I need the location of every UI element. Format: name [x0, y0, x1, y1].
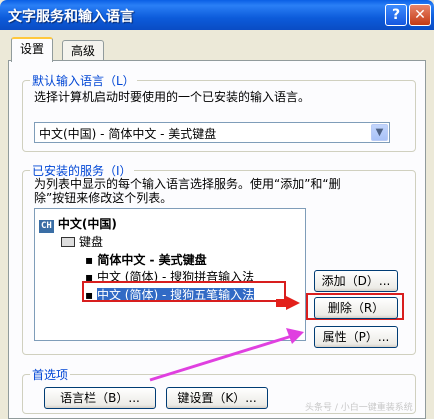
watermark: 头条号 / 小白一键重装系统 — [305, 403, 413, 413]
annotation-arrow-line — [149, 334, 293, 382]
tab-settings[interactable]: 设置 — [11, 37, 54, 62]
annotation-arrow — [149, 328, 304, 382]
